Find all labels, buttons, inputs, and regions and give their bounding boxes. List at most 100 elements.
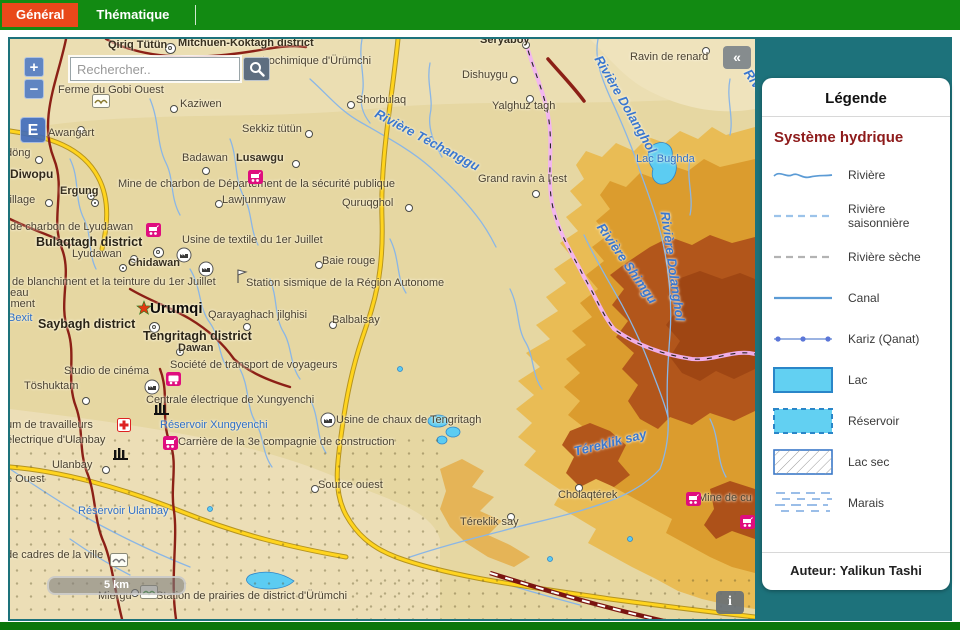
quarry-icon[interactable] [163, 436, 178, 450]
search-button[interactable] [243, 57, 270, 81]
legend-swatch-kariz [772, 331, 834, 347]
legend-swatch-river [772, 167, 834, 183]
map-label: Réservoir Xungyenchi [160, 419, 268, 431]
legend-row: Rivière saisonnière [762, 195, 950, 236]
map-label: Carrière de la 3e compagnie de construct… [178, 436, 394, 448]
map-label: Rivière Dolanghol [658, 210, 688, 322]
map-label: Töshuktam [24, 380, 78, 392]
legend-items: Rivière Rivière saisonnière Rivière sèche C… [762, 154, 950, 552]
tab-general[interactable]: Général [2, 3, 78, 27]
map-label: Source ouest [318, 479, 383, 491]
mine-icon[interactable] [686, 492, 701, 506]
town-marker[interactable] [82, 397, 90, 405]
legend-label: Lac sec [848, 455, 889, 469]
town-marker[interactable] [119, 264, 127, 272]
map-label: Saybagh district [38, 317, 135, 331]
map-label: Usine de chaux de Tengritagh [336, 414, 481, 426]
mine-icon[interactable] [740, 515, 755, 529]
town-marker[interactable] [202, 167, 210, 175]
power-icon[interactable] [154, 403, 170, 415]
map-label: Qarayaghach jilghisi [208, 309, 307, 321]
cinema-icon[interactable] [144, 379, 160, 395]
bus-icon[interactable] [166, 372, 181, 386]
map-label: Awangart [48, 127, 94, 139]
search-input[interactable] [70, 57, 240, 81]
map-label: Station de prairies de district d'Ürümch… [156, 590, 347, 602]
power-icon[interactable] [113, 448, 129, 460]
legend-row: Canal [762, 277, 950, 318]
scale-bar: 5 km [47, 576, 186, 595]
map-label: e Ouest [10, 473, 45, 485]
tab-thematique[interactable]: Thématique [82, 3, 183, 27]
search-bar [70, 57, 270, 81]
map-label: Studio de cinéma [64, 365, 149, 377]
town-marker[interactable] [347, 101, 355, 109]
town-marker[interactable] [532, 190, 540, 198]
town-marker[interactable] [170, 105, 178, 113]
map-label: Kaziwen [180, 98, 222, 110]
map-label: Rivière Dolanghol [592, 53, 660, 156]
town-marker[interactable] [510, 76, 518, 84]
town-marker[interactable] [91, 199, 99, 207]
map-label: Société de transport de voyageurs [170, 359, 338, 371]
map-label: Ferme du Gobi Ouest [58, 84, 164, 96]
map-label: Urumqi [150, 300, 203, 317]
map-canvas[interactable]: Qiriq TütünMitchuen-Koktagh districtSery… [10, 39, 755, 619]
map-label: Qiriq Tütün [108, 39, 167, 51]
star-icon[interactable] [136, 300, 152, 316]
legend-label: Kariz (Qanat) [848, 332, 919, 346]
zoom-out-button[interactable]: − [24, 79, 44, 99]
factory-icon[interactable] [320, 412, 336, 428]
map-label: Rivière [741, 66, 755, 110]
map-label: Lawjunmyaw [222, 194, 286, 206]
legend-swatch-reservoir [772, 407, 834, 435]
legend-row: Rivière sèche [762, 236, 950, 277]
town-marker[interactable] [45, 199, 53, 207]
school-icon[interactable] [110, 553, 128, 567]
legend-panel: Légende Système hydrique RivièreRivière … [755, 39, 950, 619]
flag-icon[interactable] [236, 269, 248, 284]
town-marker[interactable] [292, 160, 300, 168]
map-frame: Qiriq TütünMitchuen-Koktagh districtSery… [8, 37, 952, 621]
map-label: Mine de cu [698, 492, 752, 504]
map-label: trochimique d'Ürümchi [262, 55, 371, 67]
legend-label: Rivière sèche [848, 250, 921, 264]
town-marker[interactable] [35, 156, 43, 164]
collapse-legend-button[interactable]: « [723, 46, 751, 69]
map-label: Lyudawan [72, 248, 122, 260]
map-label: Ergung [60, 185, 99, 197]
factory-icon[interactable] [198, 261, 214, 277]
info-button[interactable]: i [716, 591, 744, 614]
legend-swatch-drylake [772, 448, 834, 476]
map-label: Centrale électrique de Xungyenchi [146, 394, 314, 406]
mine-icon[interactable] [146, 223, 161, 237]
legend-row: Kariz (Qanat) [762, 318, 950, 359]
cross-icon[interactable] [117, 418, 131, 432]
mine-icon[interactable] [248, 170, 263, 184]
map-label: Sekkiz tütün [242, 123, 302, 135]
search-icon [249, 61, 265, 77]
legend-label: Rivière [848, 168, 885, 182]
map-label: Réservoir Ulanbay [78, 505, 168, 517]
town-marker[interactable] [405, 204, 413, 212]
factory-icon[interactable] [176, 247, 192, 263]
town-marker[interactable] [102, 466, 110, 474]
map-overlay: Qiriq TütünMitchuen-Koktagh districtSery… [10, 39, 755, 619]
map-label: Grand ravin à l'est [478, 173, 567, 185]
town-marker[interactable] [305, 130, 313, 138]
legend-row: Rivière [762, 154, 950, 195]
map-label: Quruqghol [342, 197, 393, 209]
map-label: Badawan [182, 152, 228, 164]
zoom-in-button[interactable]: + [24, 57, 44, 77]
farm-icon[interactable] [92, 94, 110, 108]
legend-row: Lac [762, 359, 950, 400]
extent-button[interactable]: E [20, 117, 46, 143]
map-label: Tengritagh district [143, 329, 252, 343]
legend-label: Marais [848, 496, 884, 510]
map-label: Bexit [10, 312, 32, 324]
map-label: Usine de textile du 1er Juillet [182, 234, 323, 246]
header-divider [195, 5, 196, 25]
map-label: Téreklik say [460, 516, 519, 528]
map-label: Rivière Shimgu [594, 220, 661, 306]
map-label: de cadres de la ville [10, 549, 103, 561]
